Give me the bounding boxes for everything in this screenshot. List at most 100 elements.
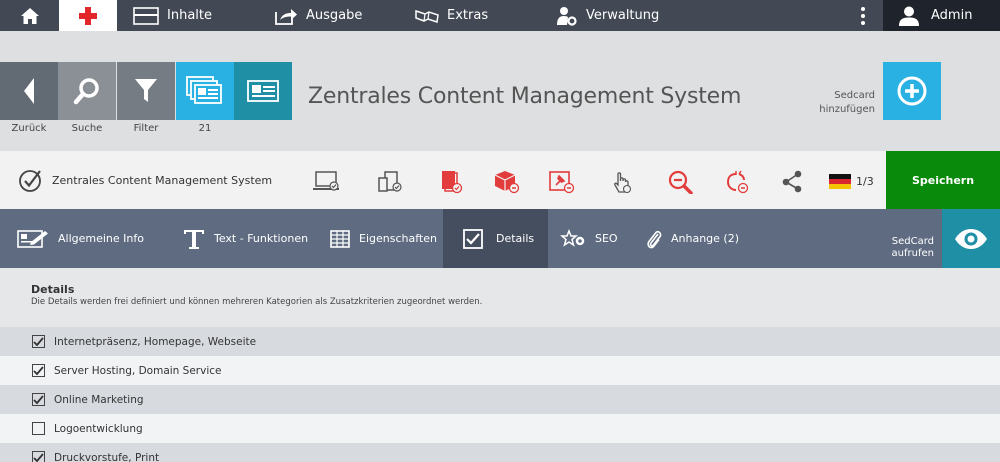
- tab-label: Text - Funktionen: [214, 232, 309, 245]
- view-sedcard-label: SedCard aufrufen: [880, 236, 934, 260]
- search-button[interactable]: [58, 62, 116, 120]
- archive-button[interactable]: [492, 167, 522, 197]
- plus-circle-icon: [897, 76, 927, 106]
- page-title: Zentrales Content Management System: [308, 84, 742, 109]
- cards-list-button[interactable]: [176, 62, 234, 120]
- eye-icon: [955, 228, 987, 249]
- tab-anhange[interactable]: Anhange (2): [646, 209, 739, 268]
- tab-allgemeine-info[interactable]: Allgemeine Info: [17, 209, 144, 268]
- tab-text-funktionen[interactable]: Text - Funktionen: [183, 209, 308, 268]
- nav-item-extras[interactable]: Extras: [415, 0, 488, 31]
- check-icon: [33, 452, 44, 462]
- pin-red-icon: [549, 171, 575, 194]
- add-label-line1: Sedcard: [834, 90, 875, 101]
- detail-row-label: Online Marketing: [54, 393, 144, 406]
- record-title-text: Zentrales Content Management System: [52, 173, 273, 187]
- view-label-line2: aufrufen: [891, 248, 934, 259]
- nav-item-inhalte[interactable]: Inhalte: [133, 0, 212, 31]
- devices-check-icon: [378, 171, 402, 192]
- german-flag-icon: [829, 174, 851, 189]
- checkbox-checked[interactable]: [32, 393, 45, 406]
- detail-row[interactable]: Internetpräsenz, Homepage, Webseite: [0, 327, 1000, 356]
- add-label-line2: hinzufügen: [819, 104, 875, 115]
- paperclip-icon: [646, 228, 662, 250]
- share-icon: [782, 170, 802, 193]
- nav-item-label: Inhalte: [167, 8, 212, 23]
- more-menu-button[interactable]: [852, 0, 874, 31]
- language-switcher[interactable]: 1/3: [829, 174, 874, 189]
- card-edit-icon: [17, 229, 49, 248]
- user-icon: [899, 6, 919, 26]
- view-sedcard-button[interactable]: [942, 209, 1000, 268]
- share-out-icon: [274, 7, 298, 25]
- detail-row-label: Server Hosting, Domain Service: [54, 364, 222, 377]
- puzzle-icon: [415, 8, 439, 24]
- layout-icon: [133, 6, 159, 25]
- checkbox-checked[interactable]: [32, 451, 45, 462]
- check-circle-icon: [18, 168, 43, 193]
- admin-label: Admin: [931, 8, 973, 23]
- admin-menu[interactable]: Admin: [883, 0, 1000, 31]
- tab-label: Allgemeine Info: [58, 232, 144, 245]
- checkbox-checked-icon: [463, 228, 483, 249]
- single-card-button[interactable]: [234, 62, 292, 120]
- text-t-icon: [183, 229, 205, 249]
- tab-details[interactable]: Details: [443, 209, 548, 268]
- unpin-button[interactable]: [547, 167, 577, 197]
- funnel-icon: [135, 79, 157, 102]
- nav-item-ausgabe[interactable]: Ausgabe: [274, 0, 362, 31]
- filter-label: Filter: [133, 123, 159, 134]
- home-button[interactable]: [0, 0, 59, 31]
- details-heading: Details: [31, 283, 75, 296]
- checkbox-unchecked[interactable]: [32, 422, 45, 435]
- unlink-red-icon: [726, 170, 749, 194]
- nav-item-verwaltung[interactable]: Verwaltung: [556, 0, 659, 31]
- check-icon: [33, 336, 44, 346]
- checkbox-checked[interactable]: [32, 364, 45, 377]
- home-icon: [20, 7, 39, 24]
- share-button[interactable]: [778, 167, 808, 197]
- top-navigation: Inhalte Ausgabe Extras Verwaltung Admin: [0, 0, 1000, 31]
- search-label: Suche: [71, 123, 103, 134]
- mobile-preview-button[interactable]: [375, 167, 405, 197]
- new-content-button[interactable]: [59, 0, 117, 31]
- detail-row-label: Internetpräsenz, Homepage, Webseite: [54, 335, 257, 348]
- add-sedcard-label: Sedcard hinzufügen: [819, 89, 875, 117]
- box-red-icon: [494, 171, 520, 194]
- save-button[interactable]: Speichern: [886, 151, 1000, 209]
- nav-item-label: Verwaltung: [586, 8, 660, 23]
- desktop-preview-button[interactable]: [312, 167, 342, 197]
- checkbox-checked[interactable]: [32, 335, 45, 348]
- filter-button[interactable]: [117, 62, 175, 120]
- red-cross-icon: [79, 6, 97, 25]
- view-label-line1: SedCard: [891, 236, 934, 247]
- zoom-out-button[interactable]: [666, 167, 696, 197]
- detail-row[interactable]: Logoentwicklung: [0, 414, 1000, 443]
- document-red-icon: [442, 171, 463, 194]
- search-icon: [73, 78, 99, 105]
- unpublish-button[interactable]: [436, 167, 466, 197]
- record-title: Zentrales Content Management System: [18, 151, 272, 209]
- nav-item-label: Extras: [447, 8, 489, 23]
- detail-row[interactable]: Druckvorstufe, Print: [0, 443, 1000, 462]
- user-cog-icon: [556, 6, 578, 26]
- detail-row[interactable]: Server Hosting, Domain Service: [0, 356, 1000, 385]
- result-count: 21: [198, 123, 212, 134]
- tab-seo[interactable]: SEO: [560, 209, 618, 268]
- back-label: Zurück: [11, 123, 47, 134]
- nav-item-label: Ausgabe: [306, 8, 363, 23]
- touch-button[interactable]: [607, 167, 637, 197]
- tab-eigenschaften[interactable]: Eigenschaften: [330, 209, 437, 268]
- tab-label: SEO: [595, 232, 618, 245]
- unlink-button[interactable]: [722, 167, 752, 197]
- add-sedcard-button[interactable]: [883, 62, 941, 120]
- back-button[interactable]: [0, 62, 58, 120]
- star-gear-icon: [560, 228, 586, 249]
- detail-row[interactable]: Online Marketing: [0, 385, 1000, 414]
- hand-pointer-icon: [614, 172, 632, 194]
- detail-row-label: Druckvorstufe, Print: [54, 451, 160, 462]
- monitor-check-icon: [313, 171, 339, 191]
- chevron-left-icon: [24, 78, 34, 104]
- card-icon: [247, 80, 279, 102]
- vertical-dots-icon: [861, 6, 865, 25]
